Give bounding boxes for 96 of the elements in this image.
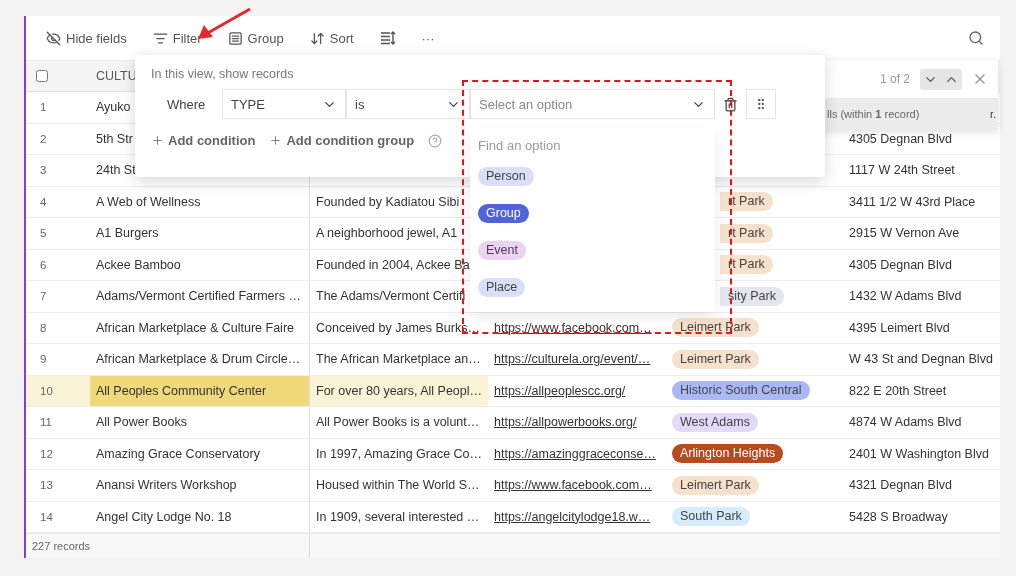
link[interactable]: https://allpeoplescc.org/ <box>494 383 626 398</box>
plus-icon <box>151 134 164 147</box>
toolbar-button[interactable]: Group <box>219 24 292 52</box>
row-number: 1 <box>39 100 48 116</box>
link[interactable]: https://culturela.org/event/… <box>494 352 651 367</box>
row-number: 13 <box>39 478 54 494</box>
row-number: 7 <box>39 289 48 305</box>
table-cell: Conceived by James Burks… <box>316 320 480 335</box>
toolbar-button[interactable]: Hide fields <box>38 24 135 52</box>
eye-off-icon <box>46 30 61 46</box>
search-icon <box>968 30 984 46</box>
table-cell: For over 80 years, All Peopl… <box>316 383 483 398</box>
add-button[interactable]: Add condition <box>151 133 256 148</box>
row-number: 10 <box>26 375 90 406</box>
tag: South Park <box>672 507 750 527</box>
option-pill[interactable]: Place <box>478 278 526 297</box>
select-all-checkbox[interactable] <box>36 70 48 82</box>
operator-select[interactable]: is <box>346 89 470 119</box>
table-cell: The African Marketplace an… <box>316 352 481 367</box>
find-option-field[interactable]: Find an option <box>470 128 715 161</box>
table-cell: Ackee Bamboo <box>90 249 310 280</box>
popover-heading: In this view, show records <box>151 67 295 81</box>
table-cell: 5428 S Broadway <box>849 509 948 524</box>
table-cell: 3411 1/2 W 43rd Place <box>849 194 976 209</box>
row-number: 4 <box>39 194 48 210</box>
option-pill[interactable]: Event <box>478 241 526 260</box>
match-count: 1 of 2 <box>879 72 910 86</box>
table-cell: 822 E 20th Street <box>849 383 947 398</box>
table-cell: 1432 W Adams Blvd <box>849 289 962 304</box>
table-cell: All Power Books <box>90 407 310 438</box>
table-cell: A Web of Wellness <box>90 186 310 217</box>
table-cell: In 1909, several interested … <box>316 509 480 524</box>
row-number: 3 <box>39 163 48 179</box>
tag: Leimert Park <box>672 318 759 338</box>
table-cell: 4321 Degnan Blvd <box>849 478 952 493</box>
list-icon <box>227 30 243 46</box>
table-cell: 4305 Degnan Blvd <box>849 257 952 272</box>
plus-icon <box>269 134 283 147</box>
table-cell: 4395 Leimert Blvd <box>849 320 950 335</box>
more-button[interactable]: ··· <box>413 24 443 52</box>
drag-handle[interactable] <box>746 89 776 119</box>
row-height-icon <box>379 31 396 45</box>
value-select[interactable]: Select an option <box>470 89 715 119</box>
table-cell: Amazing Grace Conservatory <box>90 438 310 469</box>
link[interactable]: https://www.facebook.com… <box>494 478 652 493</box>
sort-icon <box>309 30 325 46</box>
tag: Leimert Park <box>672 349 759 369</box>
row-number: 2 <box>39 131 48 147</box>
row-number: 5 <box>39 226 48 242</box>
link[interactable]: https://amazinggraceconse… <box>494 446 656 461</box>
table-cell: Founded in 2004, Ackee Ba <box>316 257 470 272</box>
table-cell: 1117 W 24th Street <box>849 163 955 178</box>
tag: Leimert Park <box>672 475 759 495</box>
tag: Historic South Central <box>672 381 810 401</box>
table-cell: Anansi Writers Workshop <box>90 470 310 501</box>
link[interactable]: https://allpowerbooks.org/ <box>494 415 637 430</box>
filter-icon <box>152 30 168 46</box>
table-cell: Adams/Vermont Certified Farmers … <box>90 281 310 312</box>
table-cell: Founded by Kadiatou Sibi <box>316 194 460 209</box>
table-cell: The Adams/Vermont Certifi <box>316 289 466 304</box>
toolbar-button[interactable]: Sort <box>301 24 362 52</box>
table-cell: All Power Books is a volunt… <box>316 415 480 430</box>
tag: West Adams <box>672 412 758 432</box>
table-cell: Housed within The World S… <box>316 478 480 493</box>
table-cell: 2401 W Washington Blvd <box>849 446 989 461</box>
toolbar-button[interactable]: Filter <box>144 24 210 52</box>
tag: Arlington Heights <box>672 444 784 464</box>
table-cell: 4874 W Adams Blvd <box>849 415 962 430</box>
trash-icon <box>723 96 738 112</box>
row-number: 11 <box>39 415 53 431</box>
table-cell: Angel City Lodge No. 18 <box>90 501 310 532</box>
table-cell: 4305 Degnan Blvd <box>849 131 952 146</box>
table-cell: African Marketplace & Drum Circle… <box>90 344 310 375</box>
option-pill[interactable]: Group <box>478 204 529 223</box>
row-number: 6 <box>39 257 48 273</box>
where-label: Where <box>166 96 207 112</box>
row-number: 8 <box>39 320 48 336</box>
search-hint: lls (within 1 record) <box>827 108 920 120</box>
search-hint-tail: r. <box>989 108 996 120</box>
table-cell: W 43 St and Degnan Blvd <box>849 352 993 367</box>
table-cell: In 1997, Amazing Grace Co… <box>316 446 483 461</box>
table-cell: All Peoples Community Center <box>90 375 310 406</box>
row-number: 14 <box>39 509 54 525</box>
option-pill[interactable]: Person <box>478 167 534 186</box>
record-count: 227 records <box>32 540 91 552</box>
link[interactable]: https://angelcitylodge18.w… <box>494 509 651 524</box>
table-cell: A1 Burgers <box>90 218 310 249</box>
tag: rt Park <box>720 192 773 212</box>
table-cell: 2915 W Vernon Ave <box>849 226 960 241</box>
field-select[interactable]: TYPE <box>222 89 346 119</box>
table-cell: African Marketplace & Culture Faire <box>90 312 310 343</box>
link[interactable]: https://www.facebook.com… <box>494 320 652 335</box>
row-number: 9 <box>39 352 48 368</box>
row-number: 12 <box>39 446 54 462</box>
help-icon[interactable] <box>428 133 443 148</box>
table-cell: A neighborhood jewel, A1 <box>316 226 458 241</box>
